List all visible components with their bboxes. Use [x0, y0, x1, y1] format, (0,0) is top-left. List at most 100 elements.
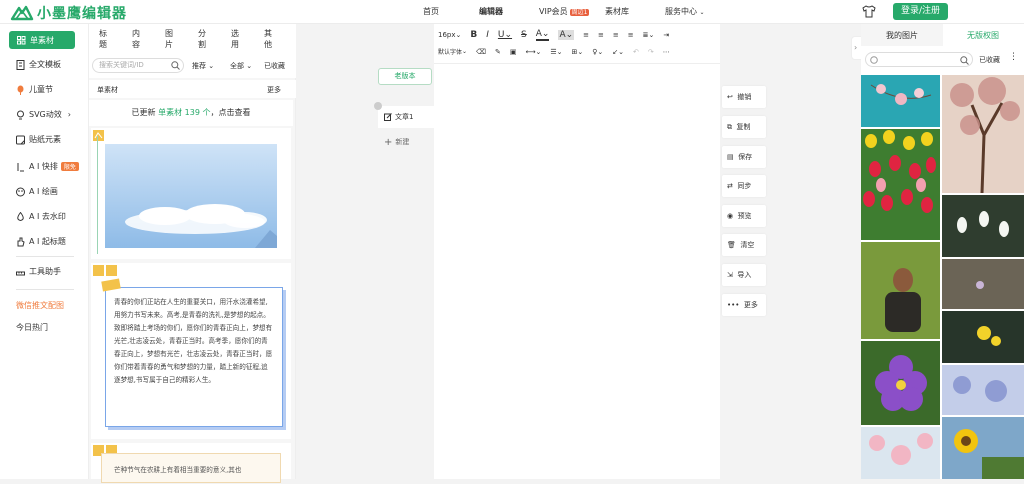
font-size-value: 16px [438, 31, 456, 39]
arrow-tool-icon[interactable]: ↙⌄ [612, 48, 624, 56]
undo-icon[interactable]: ↶ [633, 48, 639, 56]
editor-canvas[interactable] [434, 64, 720, 479]
sidebar-item-stickers[interactable]: 贴纸元素 [16, 134, 61, 145]
sidebar-item-svg-effects[interactable]: SVG动效 › [16, 109, 71, 120]
nav-home[interactable]: 首页 [423, 6, 439, 17]
filter-collected[interactable]: 已收藏 [264, 61, 285, 71]
sidebar-item-ai-draw[interactable]: A I 绘画 [16, 186, 58, 197]
nav-editor[interactable]: 编辑器 [479, 6, 503, 17]
eraser-icon[interactable]: ⌫ [476, 48, 486, 56]
document-item[interactable]: 文章1 [378, 106, 434, 128]
new-document-button[interactable]: + 新建 [378, 132, 434, 152]
undo-button[interactable]: ↩ 撤销 [722, 86, 766, 108]
document-name: 文章1 [395, 113, 414, 121]
editor-toolbar: 16px ⌄ B I U⌄ S A⌄ A⌄ ≡ ≡ ≡ ≡ ≣⌄ ⇥ 默认字体 ⌄ … [434, 24, 720, 64]
strikethrough-icon[interactable]: S [521, 30, 527, 40]
action-label: 保存 [738, 153, 753, 161]
line-height-icon[interactable]: ≣⌄ [643, 31, 655, 39]
highlight-icon[interactable]: A⌄ [558, 30, 575, 40]
collected-filter[interactable]: 已收藏 [979, 55, 1000, 65]
palette-icon [16, 187, 25, 196]
preview-button[interactable]: ◉ 预览 [722, 205, 766, 227]
material-card[interactable] [91, 128, 291, 259]
search-icon[interactable] [960, 56, 969, 65]
sync-button[interactable]: ⇄ 同步 [722, 175, 766, 197]
copy-button[interactable]: ⧉ 复制 [722, 116, 766, 138]
more-link[interactable]: 更多 [267, 85, 281, 95]
close-doc-icon[interactable] [374, 102, 382, 110]
image-icon[interactable]: ▣ [510, 48, 517, 56]
save-button[interactable]: ▤ 保存 [722, 146, 766, 168]
photo-yellow-flowers[interactable] [942, 311, 1024, 363]
sidebar-item-hot-today[interactable]: 今日热门 [16, 322, 48, 333]
update-link[interactable]: 单素材 139 个 [158, 108, 210, 117]
tab-content[interactable]: 内容 [132, 28, 144, 50]
sidebar-item-wechat-images[interactable]: 微信推文配图 [16, 300, 64, 311]
sidebar-item-ai-title[interactable]: A I 起标题 [16, 236, 66, 247]
font-size-select[interactable]: 16px ⌄ [438, 31, 461, 39]
photo-blossom-teal[interactable] [861, 75, 940, 127]
sidebar-item-ai-layout[interactable]: A I 快排 限免 [16, 161, 79, 172]
align-center-icon[interactable]: ≡ [598, 31, 604, 39]
align-justify-icon[interactable]: ≡ [628, 31, 634, 39]
italic-icon[interactable]: I [486, 30, 489, 40]
material-card[interactable]: 芒种节气在农耕上有着相当重要的意义,其也 [91, 443, 291, 483]
font-color-icon[interactable]: A⌄ [535, 29, 550, 41]
login-button[interactable]: 登录/注册 [893, 3, 948, 20]
format-painter-icon[interactable]: ✎ [495, 48, 501, 56]
image-search-input[interactable] [865, 52, 973, 67]
clear-button[interactable]: 🗑 清空 [722, 234, 766, 256]
font-family-select[interactable]: 默认字体 ⌄ [438, 47, 467, 56]
sidebar-item-full-template[interactable]: 全文模板 [16, 59, 61, 70]
indent-icon[interactable]: ⇥ [663, 31, 669, 39]
material-card[interactable]: 青春的你们正站在人生的重要关口，用汗水浇灌希望,用努力书写未来。高考,是青春的洗… [91, 263, 291, 439]
sidebar-item-childrens-day[interactable]: 儿童节 [16, 84, 53, 95]
photo-sunflower[interactable] [942, 417, 1024, 479]
nav-materials[interactable]: 素材库 [605, 6, 629, 17]
tab-title[interactable]: 标题 [99, 28, 111, 50]
nav-vip[interactable]: VIP会员 周边1 [539, 6, 590, 17]
align-right-icon[interactable]: ≡ [613, 31, 619, 39]
tab-selected[interactable]: 选用 [231, 28, 243, 50]
letter-spacing-icon[interactable]: ⟷⌄ [525, 48, 541, 56]
photo-tulips[interactable] [861, 129, 940, 240]
collapse-panel-handle[interactable]: › [851, 36, 861, 60]
photo-snowdrops[interactable] [942, 195, 1024, 257]
old-version-button[interactable]: 老版本 [378, 68, 432, 85]
tab-other[interactable]: 其他 [264, 28, 276, 50]
underline-icon[interactable]: U⌄ [498, 30, 512, 40]
photo-small-flower[interactable] [942, 259, 1024, 309]
nav-service[interactable]: 服务中心 ⌄ [665, 6, 705, 17]
photo-pink-blossom[interactable] [861, 427, 940, 479]
sidebar-item-ai-watermark[interactable]: A I 去水印 [16, 211, 66, 222]
align-left-icon[interactable]: ≡ [583, 31, 589, 39]
chevron-right-icon: › [67, 110, 71, 119]
bold-icon[interactable]: B [470, 30, 477, 40]
tab-copyright-free[interactable]: 无版权图 [967, 30, 999, 41]
brand-logo[interactable]: 小墨鹰编辑器 [10, 3, 127, 23]
import-button[interactable]: ⇲ 导入 [722, 264, 766, 286]
bulb-format-icon[interactable]: ♀⌄ [592, 48, 603, 56]
drop-icon [17, 211, 24, 221]
tshirt-icon[interactable] [862, 5, 876, 18]
photo-purple-flower[interactable] [861, 341, 940, 425]
photo-lavender-flowers[interactable] [942, 365, 1024, 415]
tab-image[interactable]: 图片 [165, 28, 177, 50]
redo-icon[interactable]: ↷ [648, 48, 654, 56]
more-options-icon[interactable]: ⋮ [1009, 52, 1018, 62]
paragraph-spacing-icon[interactable]: ☰⌄ [550, 48, 562, 56]
filter-recommend[interactable]: 推荐 ⌄ [192, 61, 214, 71]
photo-blossom-tree[interactable] [942, 75, 1024, 193]
sidebar-item-tools[interactable]: 工具助手 [16, 266, 61, 277]
filter-all[interactable]: 全部 ⌄ [230, 61, 252, 71]
update-notice[interactable]: 已更新 单素材 139 个，点击查看 [89, 100, 293, 126]
sidebar-item-single-material[interactable]: 单素材 [9, 31, 75, 49]
margin-icon[interactable]: ⊞⌄ [572, 48, 584, 56]
tab-my-images[interactable]: 我的图片 [886, 30, 918, 41]
tab-divider[interactable]: 分割 [198, 28, 210, 50]
copy-icon: ⧉ [727, 122, 732, 131]
photo-man-in-grass[interactable] [861, 242, 940, 339]
search-icon[interactable] [171, 61, 180, 70]
more-tools-icon[interactable]: ⋯ [663, 48, 670, 56]
more-button[interactable]: ••• 更多 [722, 294, 766, 316]
